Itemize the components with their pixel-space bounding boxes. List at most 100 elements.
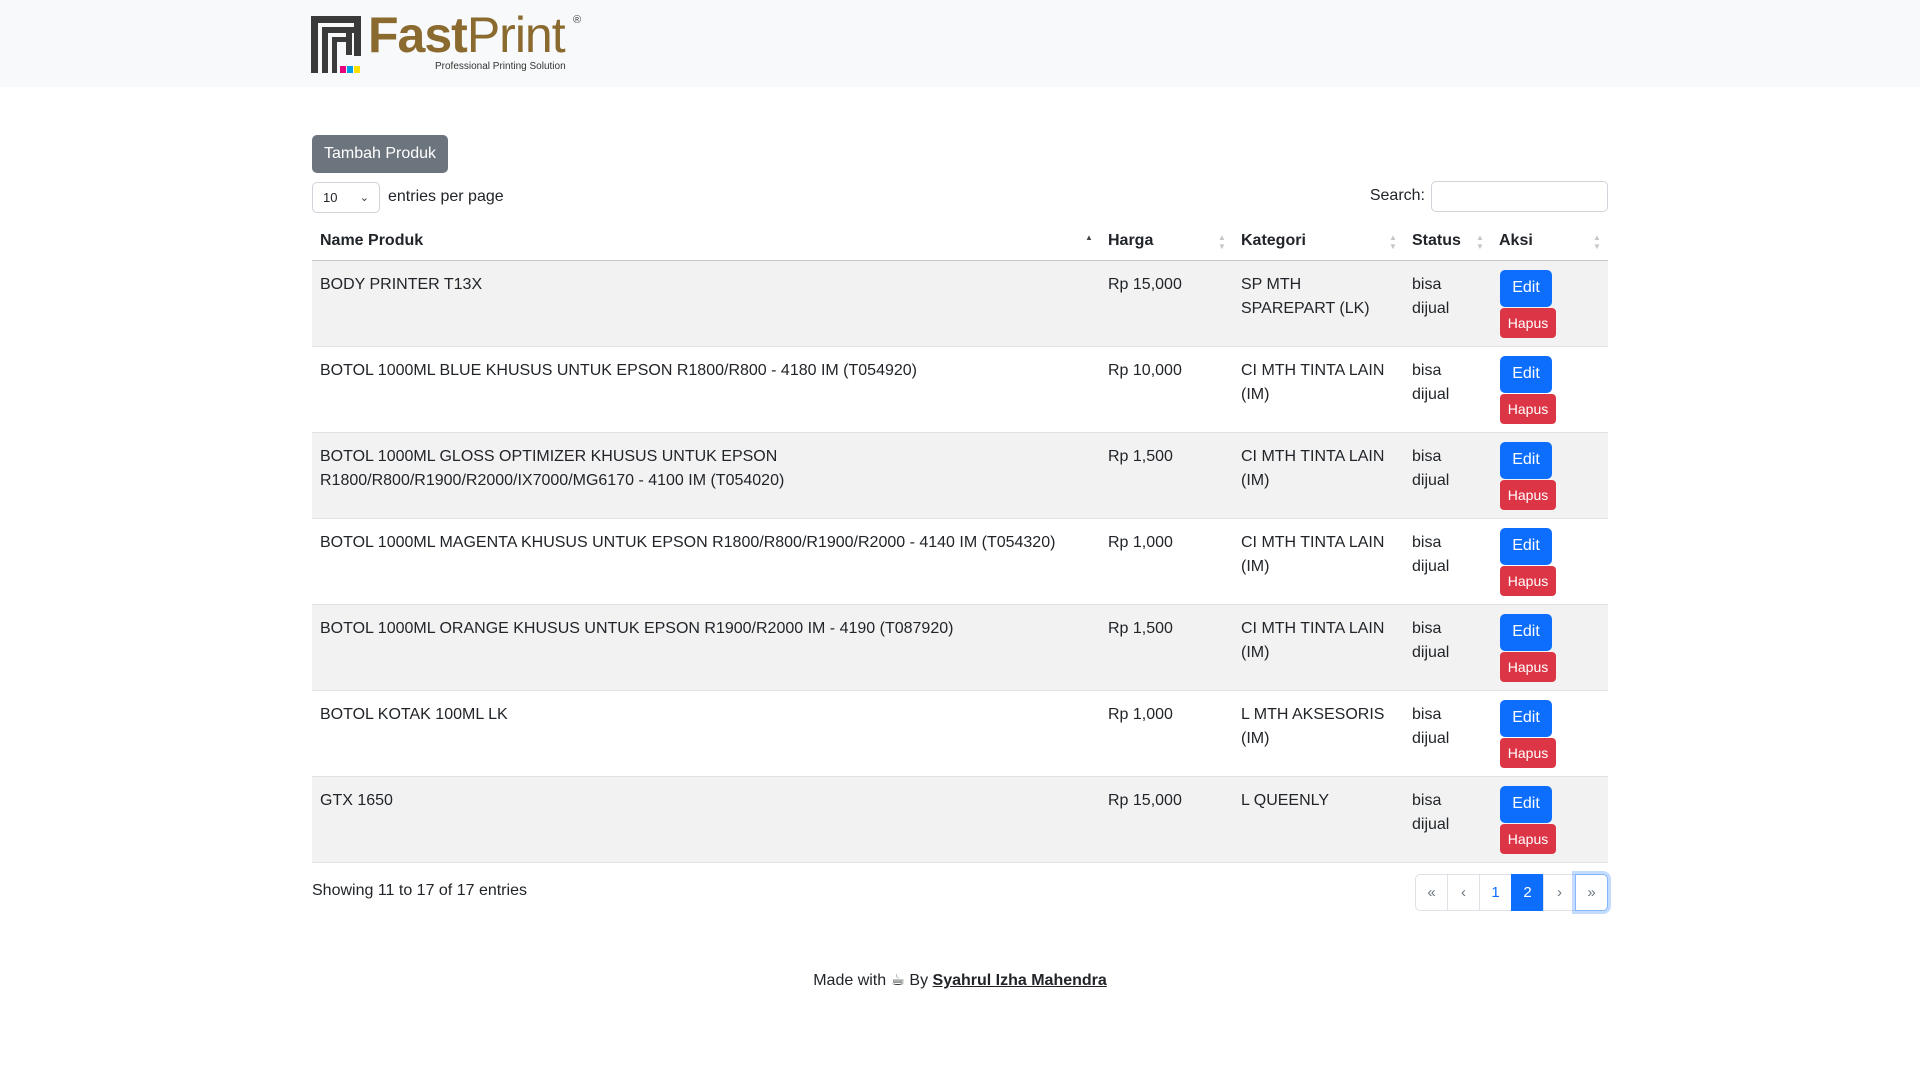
product-name-cell: BODY PRINTER T13X <box>312 260 1100 347</box>
logo-fast-text: Fast <box>368 7 468 63</box>
product-actions-cell: Edit Hapus <box>1491 346 1608 433</box>
next-page-button[interactable]: › <box>1543 874 1576 911</box>
column-header-label: Aksi <box>1499 231 1533 249</box>
registered-mark: ® <box>573 14 582 26</box>
product-status-cell: bisa dijual <box>1404 346 1491 433</box>
product-status-cell: bisa dijual <box>1404 776 1491 863</box>
edit-button[interactable]: Edit <box>1500 269 1552 307</box>
product-price-cell: Rp 1,000 <box>1100 690 1233 777</box>
table-row: BODY PRINTER T13X Rp 15,000 SP MTH SPARE… <box>312 260 1608 347</box>
last-page-button[interactable]: » <box>1575 874 1608 911</box>
sort-icon: ▲ ▼ <box>1389 233 1397 251</box>
product-status-cell: bisa dijual <box>1404 604 1491 691</box>
product-price-cell: Rp 15,000 <box>1100 776 1233 863</box>
column-header-status[interactable]: Status ▲ ▼ <box>1404 222 1491 261</box>
table-info: Showing 11 to 17 of 17 entries <box>312 882 527 899</box>
first-page-button[interactable]: « <box>1415 874 1448 911</box>
column-header-harga[interactable]: Harga ▲ ▼ <box>1100 222 1233 261</box>
top-navbar: FastPrint ® Professional Printing Soluti… <box>0 0 1920 87</box>
logo-wordmark: FastPrint <box>368 7 566 63</box>
product-category-cell: L MTH AKSESORIS (IM) <box>1233 690 1404 777</box>
page-1-button[interactable]: 1 <box>1479 874 1512 911</box>
page-2-button[interactable]: 2 <box>1511 874 1544 911</box>
delete-button[interactable]: Hapus <box>1500 651 1556 682</box>
previous-page-button[interactable]: ‹ <box>1447 874 1480 911</box>
product-price-cell: Rp 10,000 <box>1100 346 1233 433</box>
product-name-cell: GTX 1650 <box>312 776 1100 863</box>
table-row: BOTOL 1000ML GLOSS OPTIMIZER KHUSUS UNTU… <box>312 432 1608 519</box>
logo-print-text: Print <box>466 7 566 63</box>
column-header-label: Status <box>1412 231 1461 249</box>
column-header-label: Harga <box>1108 231 1154 249</box>
products-table: Name Produk ▲​ Harga ▲▼ Kategori ▲▼ Status ▲… <box>312 222 1608 863</box>
add-product-button[interactable]: Tambah Produk <box>312 135 448 173</box>
delete-button[interactable]: Hapus <box>1500 565 1556 596</box>
edit-button[interactable]: Edit <box>1500 785 1552 823</box>
table-row: BOTOL KOTAK 100ML LK Rp 1,000 L MTH AKSE… <box>312 690 1608 777</box>
entries-per-page-select[interactable]: 10 ⌄ <box>312 181 380 213</box>
product-name-cell: BOTOL KOTAK 100ML LK <box>312 690 1100 777</box>
edit-button[interactable]: Edit <box>1500 699 1552 737</box>
product-status-cell: bisa dijual <box>1404 690 1491 777</box>
page-footer: Made with ☕ By Syahrul Izha Mahendra <box>0 970 1920 990</box>
product-status-cell: bisa dijual <box>1404 260 1491 347</box>
product-name-cell: BOTOL 1000ML MAGENTA KHUSUS UNTUK EPSON … <box>312 518 1100 605</box>
entries-per-page-label: entries per page <box>388 188 504 205</box>
search-control: Search: <box>1370 180 1608 212</box>
entries-per-page-value: 10 <box>323 189 338 205</box>
sort-ascending-icon: ▲​ <box>1085 233 1093 242</box>
column-header-label: Name Produk <box>320 231 424 249</box>
sort-icon: ▲ ▼ <box>1593 233 1601 251</box>
edit-button[interactable]: Edit <box>1500 527 1552 565</box>
product-actions-cell: Edit Hapus <box>1491 260 1608 347</box>
author-link[interactable]: Syahrul Izha Mahendra <box>933 972 1107 989</box>
fastprint-logo[interactable]: FastPrint ® Professional Printing Soluti… <box>311 10 587 74</box>
product-status-cell: bisa dijual <box>1404 518 1491 605</box>
footer-by: By <box>909 972 929 989</box>
product-category-cell: CI MTH TINTA LAIN (IM) <box>1233 432 1404 519</box>
search-label: Search: <box>1369 187 1425 204</box>
edit-button[interactable]: Edit <box>1500 613 1552 651</box>
entries-length-control: 10 ⌄ entries per page <box>312 181 504 213</box>
product-category-cell: CI MTH TINTA LAIN (IM) <box>1233 518 1404 605</box>
table-row: BOTOL 1000ML BLUE KHUSUS UNTUK EPSON R18… <box>312 346 1608 433</box>
product-actions-cell: Edit Hapus <box>1491 604 1608 691</box>
product-price-cell: Rp 1,500 <box>1100 432 1233 519</box>
edit-button[interactable]: Edit <box>1500 441 1552 479</box>
product-price-cell: Rp 15,000 <box>1100 260 1233 347</box>
delete-button[interactable]: Hapus <box>1500 479 1556 510</box>
column-header-kategori[interactable]: Kategori ▲ ▼ <box>1233 222 1404 261</box>
product-name-cell: BOTOL 1000ML GLOSS OPTIMIZER KHUSUS UNTU… <box>312 432 1100 519</box>
chevron-down-icon: ⌄ <box>359 191 369 204</box>
delete-button[interactable]: Hapus <box>1500 737 1556 768</box>
product-actions-cell: Edit Hapus <box>1491 518 1608 605</box>
product-category-cell: CI MTH TINTA LAIN (IM) <box>1233 346 1404 433</box>
delete-button[interactable]: Hapus <box>1500 393 1556 424</box>
product-price-cell: Rp 1,500 <box>1100 604 1233 691</box>
product-actions-cell: Edit Hapus <box>1491 690 1608 777</box>
product-status-cell: bisa dijual <box>1404 432 1491 519</box>
column-header-name[interactable]: Name Produk ▲​ <box>312 222 1100 261</box>
product-actions-cell: Edit Hapus <box>1491 776 1608 863</box>
sort-icon: ▲ ▼ <box>1476 233 1484 251</box>
logo-mark-icon <box>311 16 361 73</box>
product-name-cell: BOTOL 1000ML BLUE KHUSUS UNTUK EPSON R18… <box>312 346 1100 433</box>
table-row: BOTOL 1000ML MAGENTA KHUSUS UNTUK EPSON … <box>312 518 1608 605</box>
table-row: GTX 1650 Rp 15,000 L QUEENLY bisa dijual… <box>312 776 1608 863</box>
column-header-label: Kategori <box>1241 231 1306 249</box>
table-header-row: Name Produk ▲​ Harga ▲▼ Kategori ▲▼ Status ▲… <box>312 222 1608 261</box>
pagination: « ‹ 1 2 › » <box>1415 874 1608 911</box>
logo-tagline: Professional Printing Solution <box>435 61 566 72</box>
product-actions-cell: Edit Hapus <box>1491 432 1608 519</box>
product-price-cell: Rp 1,000 <box>1100 518 1233 605</box>
search-input[interactable] <box>1431 180 1608 212</box>
product-category-cell: L QUEENLY <box>1233 776 1404 863</box>
product-category-cell: CI MTH TINTA LAIN (IM) <box>1233 604 1404 691</box>
edit-button[interactable]: Edit <box>1500 355 1552 393</box>
delete-button[interactable]: Hapus <box>1500 823 1556 854</box>
product-category-cell: SP MTH SPAREPART (LK) <box>1233 260 1404 347</box>
sort-icon: ▲ ▼ <box>1218 233 1226 251</box>
delete-button[interactable]: Hapus <box>1500 307 1556 338</box>
column-header-aksi[interactable]: Aksi ▲ ▼ <box>1491 222 1608 261</box>
table-row: BOTOL 1000ML ORANGE KHUSUS UNTUK EPSON R… <box>312 604 1608 691</box>
